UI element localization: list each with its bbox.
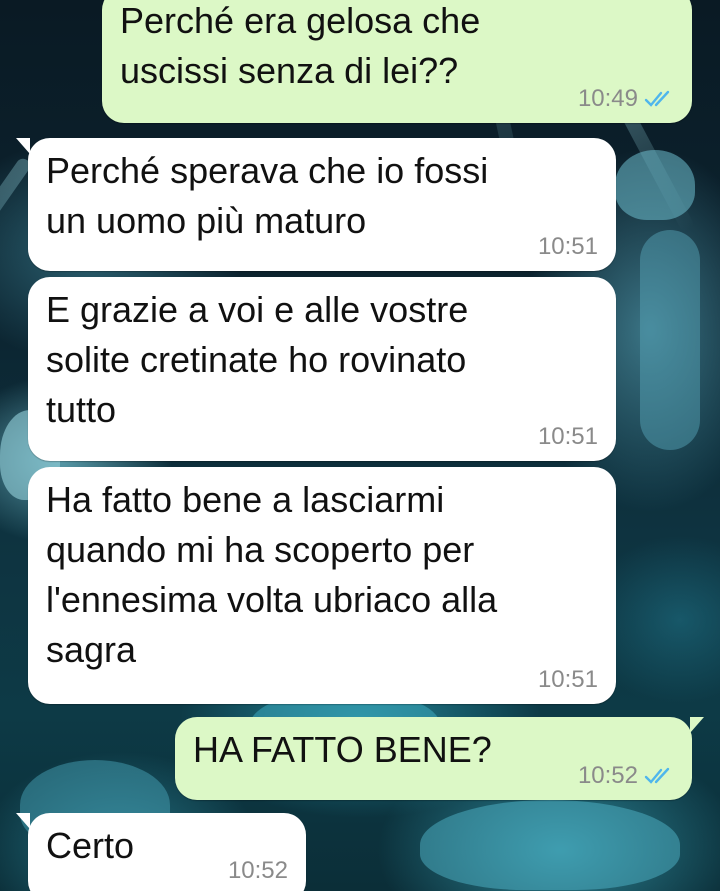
message-text: Perché era gelosa che uscissi senza di l… xyxy=(120,0,481,91)
message-incoming[interactable]: Perché sperava che io fossi un uomo più … xyxy=(16,138,616,271)
raised-arm-shape xyxy=(640,230,700,450)
message-meta: 10:52 xyxy=(228,859,288,883)
message-outgoing[interactable]: Perché era gelosa che uscissi senza di l… xyxy=(102,0,692,123)
message-meta: 10:52 xyxy=(578,764,674,788)
message-incoming[interactable]: E grazie a voi e alle vostre solite cret… xyxy=(28,277,616,461)
message-meta: 10:49 xyxy=(578,87,674,111)
message-text: Perché sperava che io fossi un uomo più … xyxy=(46,150,489,241)
message-meta: 10:51 xyxy=(538,425,598,449)
message-meta: 10:51 xyxy=(538,235,598,259)
message-timestamp: 10:52 xyxy=(577,762,638,789)
message-incoming[interactable]: Ha fatto bene a lasciarmi quando mi ha s… xyxy=(28,467,616,704)
message-timestamp: 10:51 xyxy=(537,233,598,260)
crowd-hands-shape xyxy=(420,800,680,890)
message-meta: 10:51 xyxy=(538,668,598,692)
message-text: E grazie a voi e alle vostre solite cret… xyxy=(46,289,469,430)
raised-hand-shape xyxy=(615,150,695,220)
message-timestamp: 10:52 xyxy=(227,857,288,884)
message-outgoing[interactable]: HA FATTO BENE? 10:52 xyxy=(175,717,704,800)
double-check-read-icon xyxy=(644,767,670,784)
message-incoming[interactable]: Certo 10:52 xyxy=(16,813,306,891)
double-check-read-icon xyxy=(644,90,670,107)
message-timestamp: 10:51 xyxy=(537,666,598,693)
bubble-tail xyxy=(690,717,704,733)
message-text: Ha fatto bene a lasciarmi quando mi ha s… xyxy=(46,479,498,670)
bubble-tail xyxy=(16,813,30,829)
message-timestamp: 10:51 xyxy=(537,423,598,450)
bubble-tail xyxy=(16,138,30,154)
message-timestamp: 10:49 xyxy=(577,85,638,112)
